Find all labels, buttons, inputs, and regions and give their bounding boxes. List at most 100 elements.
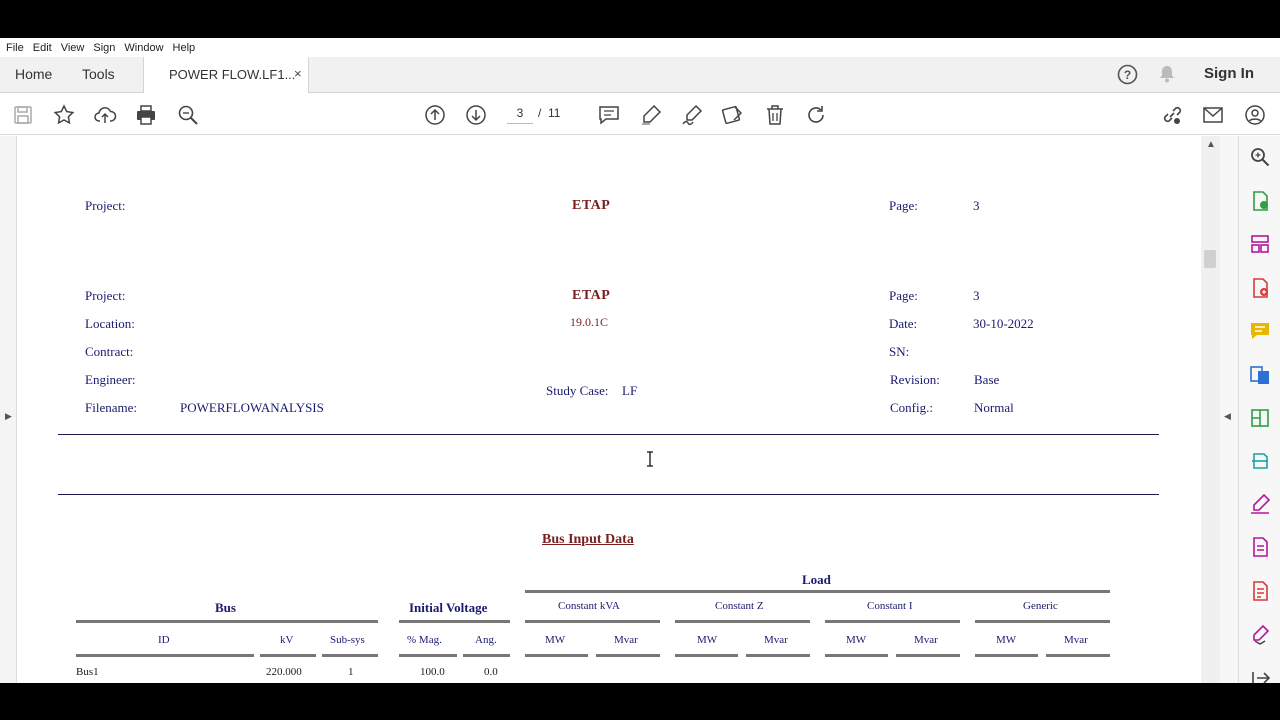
help-icon[interactable]: ? xyxy=(1117,64,1138,90)
fill-sign-icon[interactable] xyxy=(1249,493,1271,515)
page-separator: / xyxy=(538,106,542,120)
rotate-icon[interactable] xyxy=(804,103,828,127)
create-pdf-icon[interactable] xyxy=(1249,277,1271,299)
generic-header: Generic xyxy=(1023,600,1058,612)
col-z-mvar: Mvar xyxy=(764,634,788,646)
star-icon[interactable] xyxy=(52,103,76,127)
comment-panel-icon[interactable] xyxy=(1249,320,1271,342)
expand-left-icon[interactable]: ▶ xyxy=(5,411,12,422)
edit-icon[interactable] xyxy=(721,103,745,127)
expand-tools-icon[interactable] xyxy=(1249,666,1271,683)
constant-i-header: Constant I xyxy=(867,600,913,612)
organize-pages-icon[interactable] xyxy=(1249,233,1271,255)
vertical-scrollbar[interactable]: ▲ xyxy=(1201,136,1220,683)
page-up-icon[interactable] xyxy=(423,103,447,127)
search-icon[interactable] xyxy=(1249,146,1271,168)
id-rule xyxy=(76,654,254,657)
col-subsys: Sub-sys xyxy=(330,634,365,646)
contract-label: Contract: xyxy=(85,344,134,359)
section-title: Bus Input Data xyxy=(542,532,634,547)
col-generic-mvar: Mvar xyxy=(1064,634,1088,646)
bell-icon[interactable] xyxy=(1157,64,1177,89)
close-icon[interactable]: × xyxy=(294,66,302,81)
project-label-2: Project: xyxy=(85,288,126,303)
col-mag: % Mag. xyxy=(407,634,442,646)
menu-file[interactable]: File xyxy=(6,42,24,54)
menu-bar: File Edit View Sign Window Help xyxy=(0,38,1280,57)
col-generic-mw: MW xyxy=(996,634,1017,646)
upload-icon[interactable] xyxy=(93,103,117,127)
tab-home[interactable]: Home xyxy=(15,66,52,82)
text-cursor-icon xyxy=(647,451,653,467)
share-link-icon[interactable] xyxy=(1160,103,1184,127)
load-header: Load xyxy=(802,572,831,587)
date-value: 30-10-2022 xyxy=(973,316,1034,331)
row-bus-id: Bus1 xyxy=(76,666,99,678)
config-value: Normal xyxy=(974,400,1014,415)
edit-pdf-icon[interactable] xyxy=(1249,536,1271,558)
highlight-icon[interactable] xyxy=(639,103,663,127)
page-total: 11 xyxy=(548,106,561,120)
scan-icon[interactable] xyxy=(1249,450,1271,472)
col-kv: kV xyxy=(280,634,294,646)
voltage-rule xyxy=(399,620,510,623)
row-bus-ang: 0.0 xyxy=(484,666,498,678)
right-panel-toggle[interactable]: ◀ xyxy=(1220,136,1238,683)
constant-kva-header: Constant kVA xyxy=(558,600,620,612)
kva-rule xyxy=(525,620,660,623)
compress-icon[interactable] xyxy=(1249,407,1271,429)
generic-mvar-rule xyxy=(1046,654,1110,657)
config-label: Config.: xyxy=(890,400,933,415)
i-mw-rule xyxy=(825,654,888,657)
header-divider xyxy=(58,434,1159,435)
row-bus-mag: 100.0 xyxy=(420,666,445,678)
account-icon[interactable] xyxy=(1243,103,1267,127)
sn-label: SN: xyxy=(889,344,910,359)
print-icon[interactable] xyxy=(134,103,158,127)
page-value-1: 3 xyxy=(973,198,980,213)
delete-icon[interactable] xyxy=(763,103,787,127)
engineer-label: Engineer: xyxy=(85,372,136,387)
save-icon[interactable] xyxy=(11,103,35,127)
combine-files-icon[interactable] xyxy=(1249,364,1271,386)
kva-mvar-rule xyxy=(596,654,660,657)
generic-mw-rule xyxy=(975,654,1038,657)
email-icon[interactable] xyxy=(1201,103,1225,127)
scroll-up-icon[interactable]: ▲ xyxy=(1206,139,1216,150)
sign-in-button[interactable]: Sign In xyxy=(1204,65,1254,82)
i-rule xyxy=(825,620,960,623)
kv-rule xyxy=(260,654,316,657)
protect-icon[interactable] xyxy=(1249,580,1271,602)
tab-tools[interactable]: Tools xyxy=(82,66,115,82)
menu-view[interactable]: View xyxy=(61,42,85,54)
page-label-1: Page: xyxy=(889,198,918,213)
left-panel-toggle[interactable]: ▶ xyxy=(0,136,17,683)
sign-icon[interactable] xyxy=(680,103,704,127)
kva-mw-rule xyxy=(525,654,588,657)
z-mvar-rule xyxy=(746,654,810,657)
z-rule xyxy=(675,620,810,623)
collapse-right-icon[interactable]: ◀ xyxy=(1224,411,1231,422)
comment-icon[interactable] xyxy=(597,103,621,127)
study-case-value: LF xyxy=(622,383,638,398)
menu-sign[interactable]: Sign xyxy=(93,42,115,54)
scroll-thumb[interactable] xyxy=(1204,250,1216,268)
menu-help[interactable]: Help xyxy=(173,42,196,54)
page-number-input[interactable]: 3 xyxy=(507,104,533,124)
z-mw-rule xyxy=(675,654,738,657)
tab-document[interactable]: POWER FLOW.LF1... × xyxy=(143,57,309,93)
generic-rule xyxy=(975,620,1110,623)
document-tab-title: POWER FLOW.LF1... xyxy=(169,67,296,82)
menu-edit[interactable]: Edit xyxy=(33,42,52,54)
filename-value: POWERFLOWANALYSIS xyxy=(180,400,324,415)
more-tools-icon[interactable] xyxy=(1249,623,1271,645)
menu-window[interactable]: Window xyxy=(124,42,163,54)
toolbar: 3 / 11 xyxy=(0,94,1280,135)
page-down-icon[interactable] xyxy=(464,103,488,127)
zoom-icon[interactable] xyxy=(176,103,200,127)
export-pdf-icon[interactable] xyxy=(1249,190,1271,212)
col-kva-mw: MW xyxy=(545,634,566,646)
col-i-mvar: Mvar xyxy=(914,634,938,646)
col-kva-mvar: Mvar xyxy=(614,634,638,646)
mag-rule xyxy=(399,654,457,657)
